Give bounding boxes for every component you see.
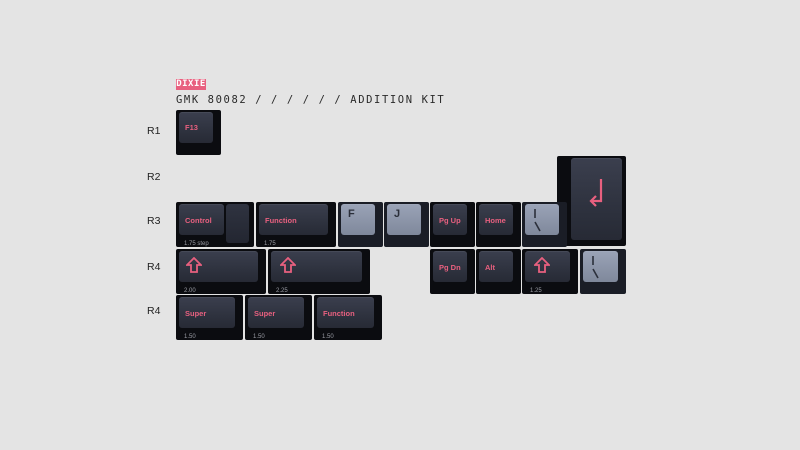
key-shift-200: 2.00 (176, 249, 266, 294)
key-legend: Pg Up (439, 216, 461, 225)
key-size-label: 2.00 (184, 288, 196, 294)
key-legend: Control (185, 216, 212, 225)
key-legend: Home (485, 216, 506, 225)
key-super-1: Super 1.50 (176, 295, 243, 340)
key-legend: F (348, 208, 355, 220)
key-home: Home (476, 202, 521, 247)
key-shift-225: 2.25 (268, 249, 370, 294)
key-f13: F13 (176, 110, 221, 155)
shift-arrow-icon (186, 257, 202, 273)
shift-arrow-icon (280, 257, 296, 273)
key-j: J (384, 202, 429, 247)
row-label-r3: R3 (147, 215, 161, 227)
key-size-label: 1.75 step (184, 241, 209, 247)
brand-logo: DIXIE (176, 79, 206, 90)
key-size-label: 1.50 (322, 334, 334, 340)
shift-arrow-icon (534, 257, 550, 273)
backslash-icon (534, 209, 541, 232)
row-label-r4b: R4 (147, 305, 161, 317)
enter-arrow-icon (589, 179, 603, 207)
key-legend: Super (254, 309, 276, 318)
kit-title: GMK 80082 / / / / / / ADDITION KIT (176, 94, 446, 106)
key-function-2: Function 1.50 (314, 295, 382, 340)
key-legend: Alt (485, 263, 495, 272)
key-legend: Function (265, 216, 297, 225)
key-legend: Pg Dn (439, 263, 461, 272)
key-enter (557, 156, 626, 246)
key-pgdn: Pg Dn (430, 249, 475, 294)
key-size-label: 1.75 (264, 241, 276, 247)
backslash-icon (592, 256, 599, 279)
key-legend: J (394, 208, 401, 220)
key-size-label: 1.25 (530, 288, 542, 294)
key-super-2: Super 1.50 (245, 295, 312, 340)
row-label-r2: R2 (147, 171, 161, 183)
key-control: Control 1.75 step (176, 202, 254, 247)
key-alt: Alt (476, 249, 521, 294)
row-label-r4: R4 (147, 261, 161, 273)
key-shift-125: 1.25 (522, 249, 578, 294)
key-size-label: 1.50 (184, 334, 196, 340)
key-backslash-2 (580, 249, 626, 294)
key-legend: F13 (185, 123, 198, 132)
key-f: F (338, 202, 383, 247)
key-size-label: 2.25 (276, 288, 288, 294)
key-legend: Function (323, 309, 355, 318)
key-function: Function 1.75 (256, 202, 336, 247)
key-pgup: Pg Up (430, 202, 475, 247)
key-legend: Super (185, 309, 207, 318)
key-size-label: 1.50 (253, 334, 265, 340)
row-label-r1: R1 (147, 125, 161, 137)
key-backslash (522, 202, 567, 247)
